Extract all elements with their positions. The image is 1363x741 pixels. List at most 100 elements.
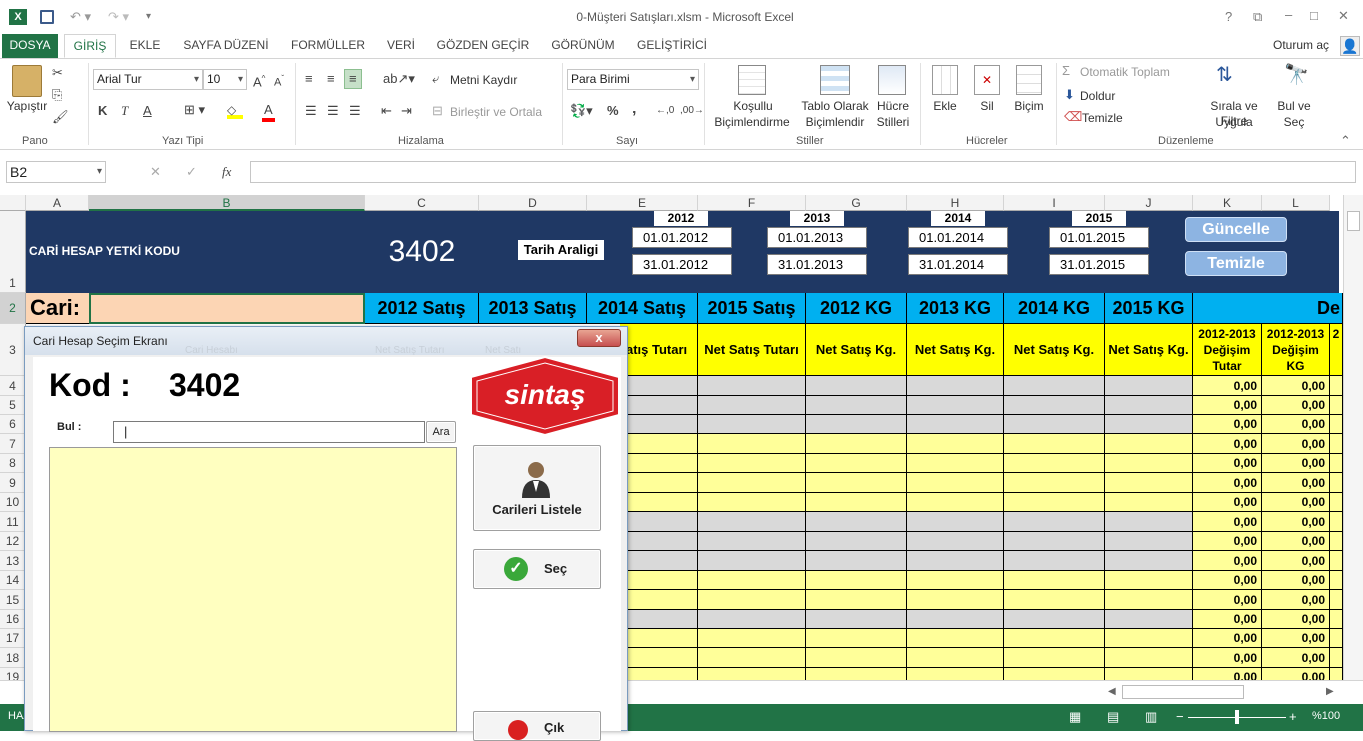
tab-dosya[interactable]: DOSYA [2, 34, 58, 58]
data-cell[interactable] [620, 532, 698, 551]
find-select-icon[interactable]: 🔭 [1284, 65, 1309, 85]
data-cell[interactable] [698, 434, 806, 454]
data-cell[interactable] [1330, 454, 1343, 473]
column-header-c[interactable]: C [365, 195, 479, 211]
find-input[interactable]: | [113, 421, 425, 443]
data-cell[interactable] [1004, 590, 1105, 610]
save-icon[interactable] [40, 10, 54, 24]
data-cell[interactable] [1330, 551, 1343, 571]
data-cell[interactable] [1004, 571, 1105, 590]
data-cell[interactable] [806, 396, 907, 415]
data-cell[interactable] [907, 454, 1004, 473]
name-box[interactable]: B2 [6, 161, 106, 183]
data-cell[interactable] [806, 590, 907, 610]
data-cell[interactable] [806, 454, 907, 473]
clear-icon[interactable]: ⌫ [1064, 109, 1082, 125]
data-cell[interactable] [907, 532, 1004, 551]
data-cell[interactable] [620, 629, 698, 648]
data-cell[interactable] [698, 415, 806, 434]
data-cell[interactable] [907, 648, 1004, 668]
data-cell[interactable] [806, 532, 907, 551]
change-value-cell[interactable]: 0,00 [1193, 396, 1262, 415]
data-cell[interactable] [698, 629, 806, 648]
data-cell[interactable] [806, 629, 907, 648]
align-center-icon[interactable]: ☰ [327, 103, 339, 119]
column-header-i[interactable]: I [1004, 195, 1105, 211]
row-header-8[interactable]: 8 [0, 454, 26, 473]
delete-cells-icon[interactable]: ✕ [974, 65, 1000, 95]
data-cell[interactable] [1105, 629, 1193, 648]
data-cell[interactable] [1330, 532, 1343, 551]
data-cell[interactable] [1105, 590, 1193, 610]
change-value-cell[interactable]: 0,00 [1262, 610, 1330, 629]
column-header-d[interactable]: D [479, 195, 587, 211]
data-cell[interactable] [806, 376, 907, 396]
find-select-label1[interactable]: Bul ve [1274, 99, 1314, 114]
clear-button[interactable]: Temizle [1082, 111, 1123, 125]
ribbon-display-icon[interactable]: ⧉ [1253, 9, 1262, 25]
change-value-cell[interactable]: 0,00 [1193, 571, 1262, 590]
data-cell[interactable] [1330, 668, 1343, 680]
customize-qat-icon[interactable]: ▾ [146, 9, 151, 25]
align-left-icon[interactable]: ☰ [305, 103, 317, 119]
row-header-6[interactable]: 6 [0, 415, 26, 434]
change-value-cell[interactable]: 0,00 [1193, 454, 1262, 473]
data-cell[interactable] [806, 434, 907, 454]
tab-giris[interactable]: GİRİŞ [64, 34, 116, 58]
end-date-2015[interactable]: 31.01.2015 [1049, 254, 1149, 275]
grow-font-icon[interactable]: A^ [253, 71, 265, 90]
data-cell[interactable] [806, 610, 907, 629]
increase-decimal-icon[interactable]: ←,0 [656, 103, 674, 119]
maximize-icon[interactable]: □ [1310, 8, 1318, 24]
data-cell[interactable] [907, 376, 1004, 396]
list-customers-button[interactable]: Carileri Listele [473, 445, 601, 531]
data-cell[interactable] [698, 648, 806, 668]
data-cell[interactable] [1330, 590, 1343, 610]
change-value-cell[interactable]: 0,00 [1193, 590, 1262, 610]
normal-view-icon[interactable]: ▦ [1069, 709, 1081, 725]
change-value-cell[interactable]: 0,00 [1262, 551, 1330, 571]
data-cell[interactable] [907, 473, 1004, 493]
column-header-l[interactable]: L [1262, 195, 1330, 211]
zoom-level[interactable]: %100 [1312, 710, 1340, 722]
data-cell[interactable] [698, 571, 806, 590]
data-cell[interactable] [620, 415, 698, 434]
data-cell[interactable] [1105, 376, 1193, 396]
data-cell[interactable] [1105, 454, 1193, 473]
collapse-ribbon-icon[interactable]: ⌃ [1340, 133, 1351, 149]
data-cell[interactable] [907, 434, 1004, 454]
change-value-cell[interactable]: 0,00 [1262, 532, 1330, 551]
data-cell[interactable] [698, 610, 806, 629]
align-bottom-icon[interactable]: ≡ [344, 69, 362, 89]
data-cell[interactable] [1105, 396, 1193, 415]
font-color-button[interactable]: A [262, 102, 275, 122]
row-header-14[interactable]: 14 [0, 571, 26, 590]
data-cell[interactable] [1004, 532, 1105, 551]
row-header-15[interactable]: 15 [0, 590, 26, 610]
column-header-j[interactable]: J [1105, 195, 1193, 211]
tab-gelistirici[interactable]: GELİŞTİRİCİ [632, 34, 712, 58]
format-cells-icon[interactable] [1016, 65, 1042, 95]
change-value-cell[interactable]: 0,00 [1262, 396, 1330, 415]
data-cell[interactable] [806, 473, 907, 493]
data-cell[interactable] [620, 571, 698, 590]
bold-button[interactable]: K [98, 103, 107, 119]
data-cell[interactable] [1105, 648, 1193, 668]
data-cell[interactable] [698, 376, 806, 396]
row-header-1[interactable]: 1 [0, 211, 26, 293]
data-cell[interactable] [1004, 376, 1105, 396]
change-value-cell[interactable]: 0,00 [1193, 512, 1262, 532]
column-header-h[interactable]: H [907, 195, 1004, 211]
change-value-cell[interactable]: 0,00 [1193, 493, 1262, 512]
data-cell[interactable] [1004, 668, 1105, 680]
data-cell[interactable] [698, 396, 806, 415]
select-button[interactable]: ✓ Seç [473, 549, 601, 589]
data-cell[interactable] [1330, 512, 1343, 532]
increase-indent-icon[interactable]: ⇥ [401, 103, 412, 119]
zoom-slider-thumb[interactable] [1235, 710, 1239, 724]
tab-gozden-gecir[interactable]: GÖZDEN GEÇİR [434, 34, 532, 58]
data-cell[interactable] [907, 668, 1004, 680]
copy-icon[interactable]: ⎘ [52, 87, 62, 103]
column-header-f[interactable]: F [698, 195, 806, 211]
comma-button[interactable]: ‚ [632, 101, 636, 117]
